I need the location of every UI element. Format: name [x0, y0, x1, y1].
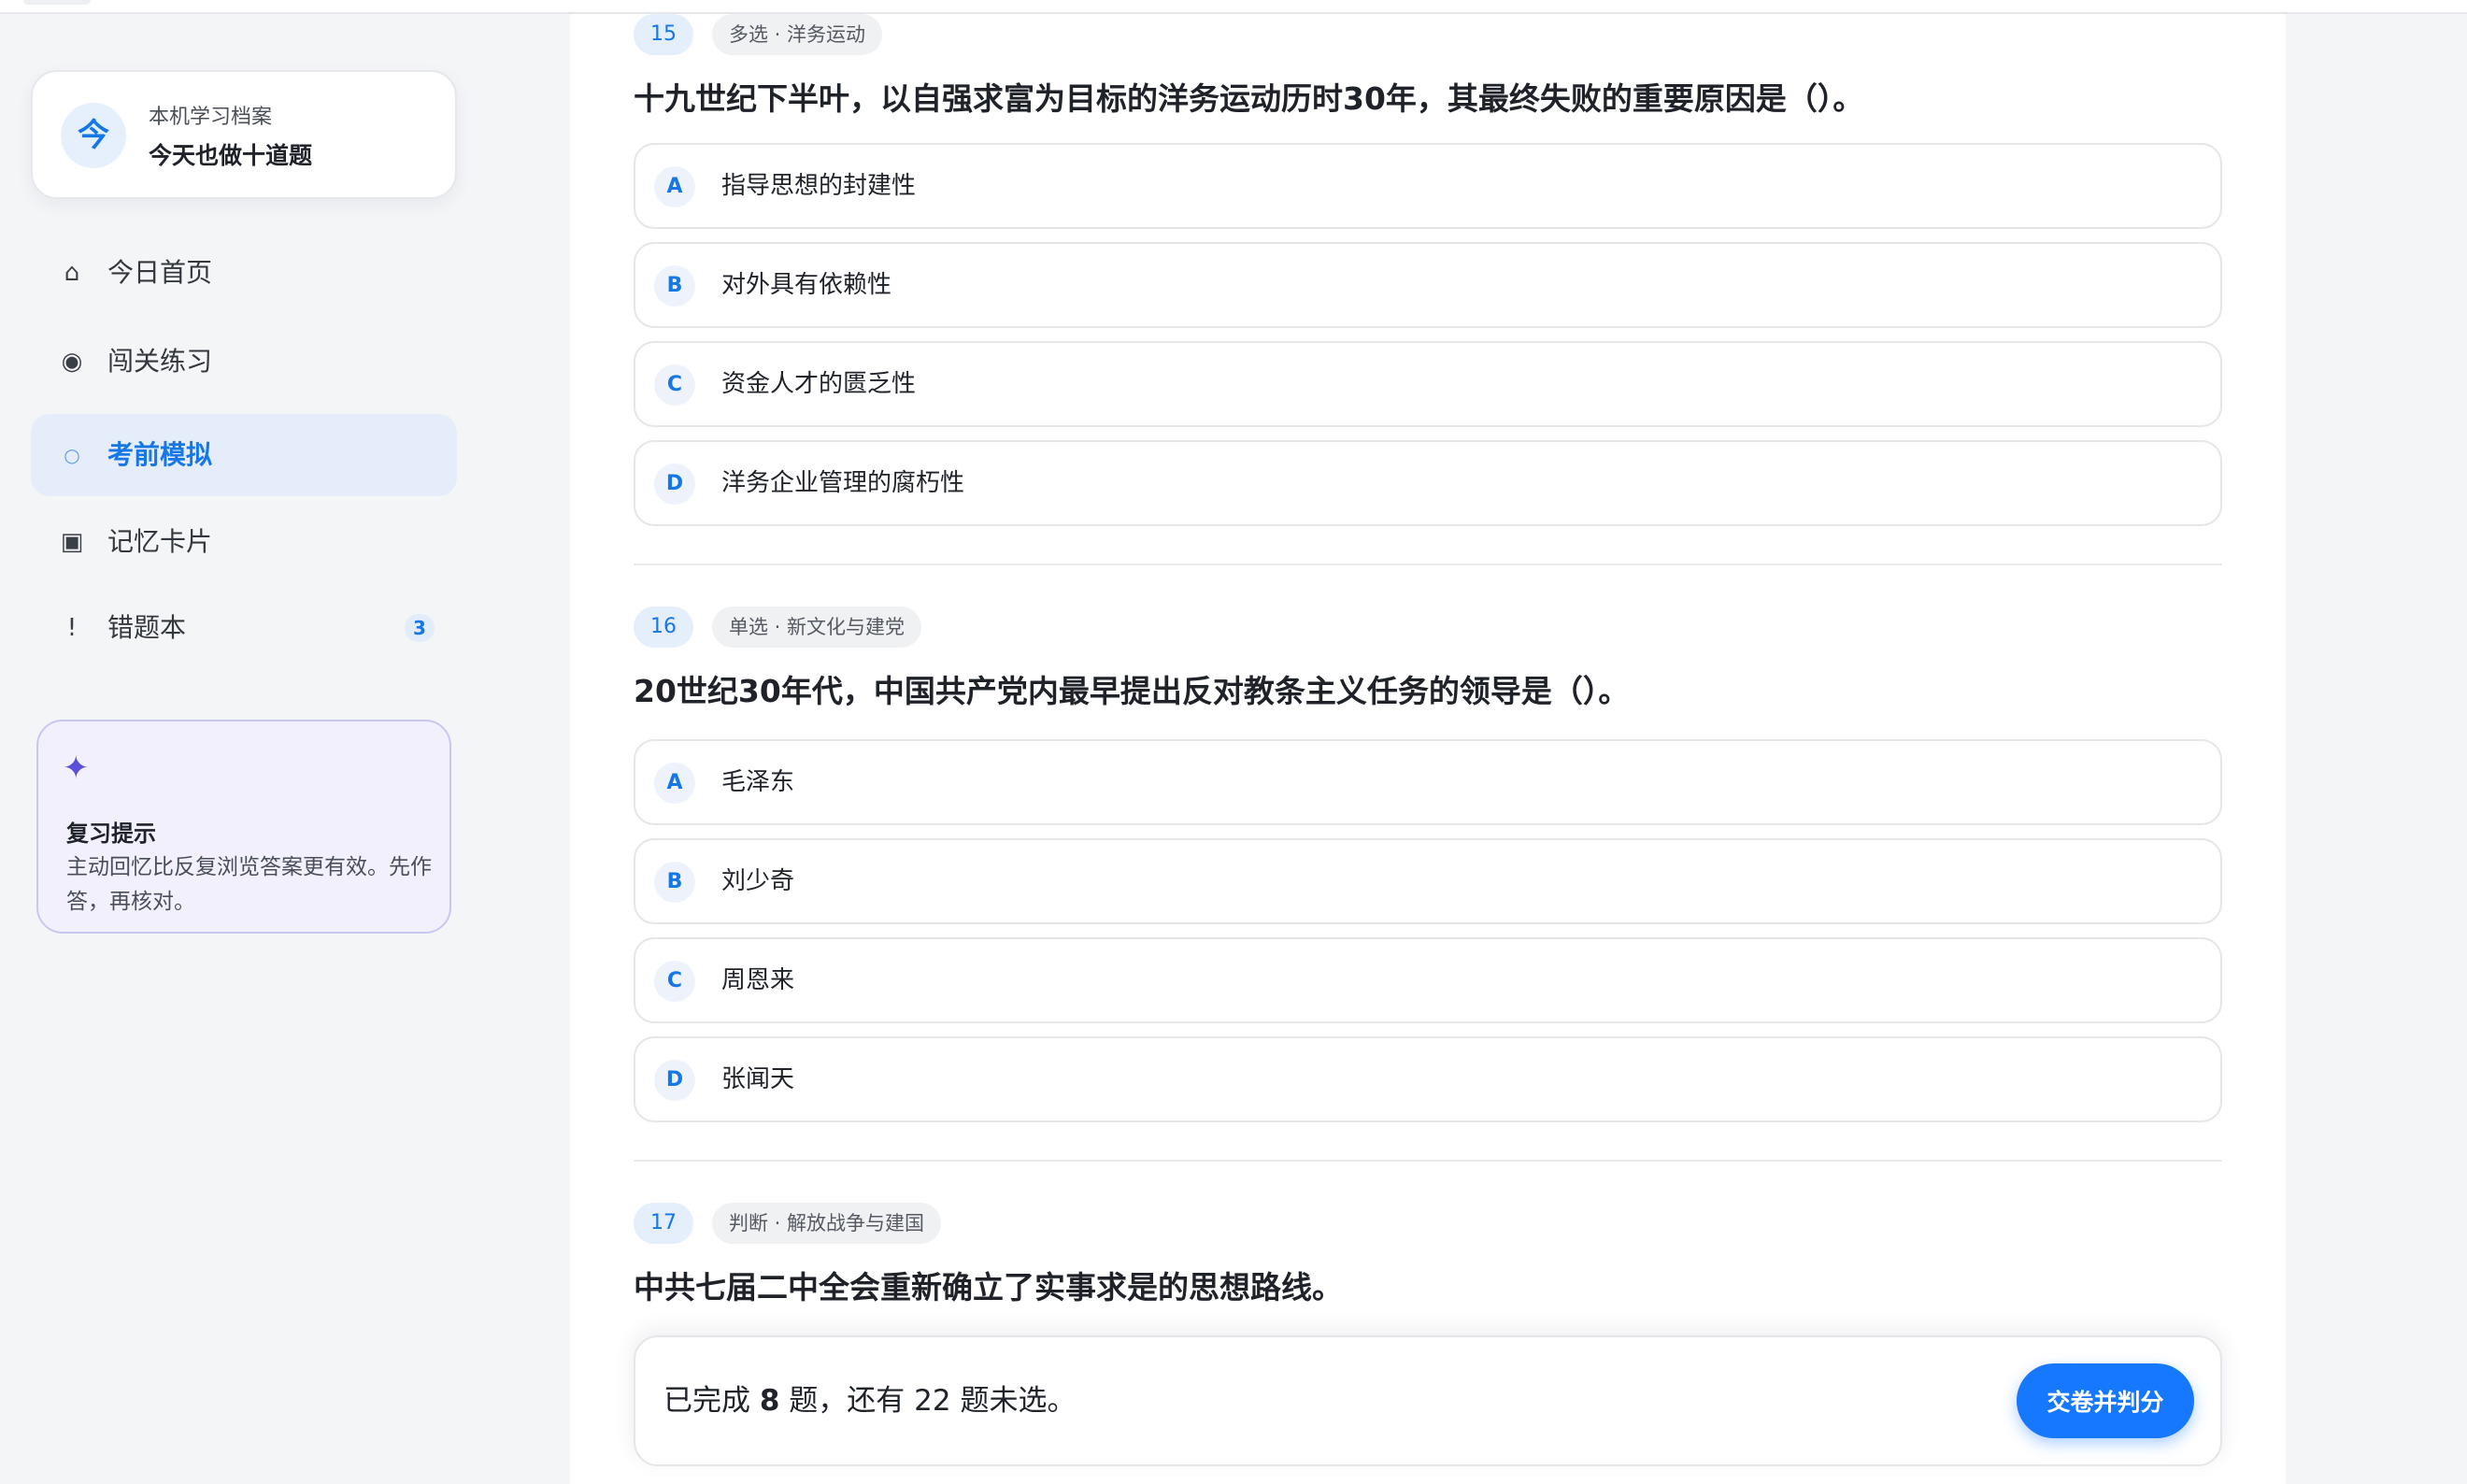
profile-card[interactable]: 今 本机学习档案 今天也做十道题 [31, 70, 457, 199]
top-tab[interactable] [23, 0, 91, 5]
exam-panel: 15 多选 · 洋务运动 十九世纪下半叶，以自强求富为目标的洋务运动历时30年，… [570, 14, 2286, 1484]
question-title: 20世纪30年代，中国共产党内最早提出反对教条主义任务的领导是（）。 [634, 673, 1630, 709]
tip-text: 主动回忆比反复浏览答案更有效。先作答，再核对。 [66, 855, 432, 914]
progress-prefix: 已完成 [663, 1384, 750, 1418]
question-number: 15 [634, 14, 693, 55]
option-b[interactable]: B 对外具有依赖性 [634, 242, 2222, 328]
exclamation-icon: ! [66, 614, 78, 642]
question-divider [634, 1160, 2222, 1162]
question-tag: 多选 · 洋务运动 [712, 14, 883, 55]
progress-footer: 已完成 8 题，还有 22 题未选。 交卷并判分 [634, 1335, 2222, 1466]
sidebar-item-mistakes[interactable]: ! 错题本 3 [31, 587, 457, 669]
sidebar: 今 本机学习档案 今天也做十道题 ⌂ 今日首页 ◉ 闯关练习 ○ 考前模拟 ▣ … [0, 14, 486, 1484]
option-letter: C [654, 961, 695, 1002]
question-divider [634, 564, 2222, 565]
sidebar-item-label: 记忆卡片 [107, 526, 213, 557]
option-letter: D [654, 464, 695, 505]
sidebar-item-label: 考前模拟 [107, 439, 213, 470]
question-15: 15 多选 · 洋务运动 十九世纪下半叶，以自强求富为目标的洋务运动历时30年，… [634, 14, 2222, 537]
sidebar-item-home[interactable]: ⌂ 今日首页 [31, 232, 457, 314]
top-bar [0, 0, 2467, 14]
option-text: 刘少奇 [721, 867, 795, 895]
option-b[interactable]: B 刘少奇 [634, 838, 2222, 924]
option-text: 对外具有依赖性 [721, 271, 892, 299]
question-17: 17 判断 · 解放战争与建国 中共七届二中全会重新确立了实事求是的思想路线。 [634, 1203, 2222, 1334]
sidebar-item-label: 闯关练习 [107, 346, 213, 377]
question-16: 16 单选 · 新文化与建党 20世纪30年代，中国共产党内最早提出反对教条主义… [634, 606, 2222, 1139]
profile-subtitle: 本机学习档案 [149, 106, 273, 129]
profile-name: 今天也做十道题 [149, 142, 313, 169]
card-icon: ▣ [60, 528, 84, 556]
option-text: 张闻天 [721, 1065, 795, 1093]
option-text: 资金人才的匮乏性 [721, 370, 917, 398]
sidebar-item-practice[interactable]: ◉ 闯关练习 [31, 321, 457, 403]
sidebar-item-label: 今日首页 [107, 257, 213, 288]
option-letter: B [654, 862, 695, 903]
option-letter: C [654, 364, 695, 406]
review-tip-card: ✦ 复习提示 主动回忆比反复浏览答案更有效。先作答，再核对。 [36, 720, 451, 934]
option-c[interactable]: C 周恩来 [634, 937, 2222, 1023]
sidebar-item-mock-exam[interactable]: ○ 考前模拟 [31, 414, 457, 496]
circle-icon: ○ [64, 444, 80, 466]
progress-summary: 已完成 8 题，还有 22 题未选。 [663, 1337, 1076, 1464]
mistakes-count-badge: 3 [405, 614, 435, 642]
option-a[interactable]: A 指导思想的封建性 [634, 143, 2222, 229]
option-letter: A [654, 763, 695, 804]
question-number: 17 [634, 1203, 693, 1244]
option-letter: D [654, 1060, 695, 1101]
progress-middle: 题，还有 [789, 1384, 906, 1418]
option-d[interactable]: D 洋务企业管理的腐朽性 [634, 440, 2222, 526]
option-text: 周恩来 [721, 966, 795, 994]
submit-and-grade-button[interactable]: 交卷并判分 [2017, 1363, 2194, 1438]
question-tag: 判断 · 解放战争与建国 [712, 1203, 942, 1244]
option-text: 指导思想的封建性 [721, 172, 917, 200]
progress-suffix: 题未选。 [960, 1384, 1077, 1418]
option-letter: A [654, 166, 695, 207]
home-icon: ⌂ [64, 259, 80, 287]
target-icon: ◉ [61, 348, 83, 376]
question-title: 中共七届二中全会重新确立了实事求是的思想路线。 [634, 1269, 1343, 1306]
sidebar-item-label: 错题本 [107, 612, 187, 643]
option-text: 毛泽东 [721, 768, 795, 796]
question-title: 十九世纪下半叶，以自强求富为目标的洋务运动历时30年，其最终失败的重要原因是（）… [634, 80, 1864, 117]
sidebar-item-flashcards[interactable]: ▣ 记忆卡片 [31, 501, 457, 583]
option-text: 洋务企业管理的腐朽性 [721, 469, 965, 497]
done-count: 8 [759, 1384, 780, 1418]
option-c[interactable]: C 资金人才的匮乏性 [634, 341, 2222, 427]
question-number: 16 [634, 606, 693, 648]
option-letter: B [654, 265, 695, 307]
question-tag: 单选 · 新文化与建党 [712, 606, 922, 648]
option-a[interactable]: A 毛泽东 [634, 739, 2222, 825]
tip-title: 复习提示 [66, 820, 156, 847]
remaining-count: 22 [914, 1384, 951, 1418]
option-d[interactable]: D 张闻天 [634, 1036, 2222, 1122]
sparkle-icon: ✦ [63, 749, 90, 787]
avatar: 今 [61, 103, 126, 168]
